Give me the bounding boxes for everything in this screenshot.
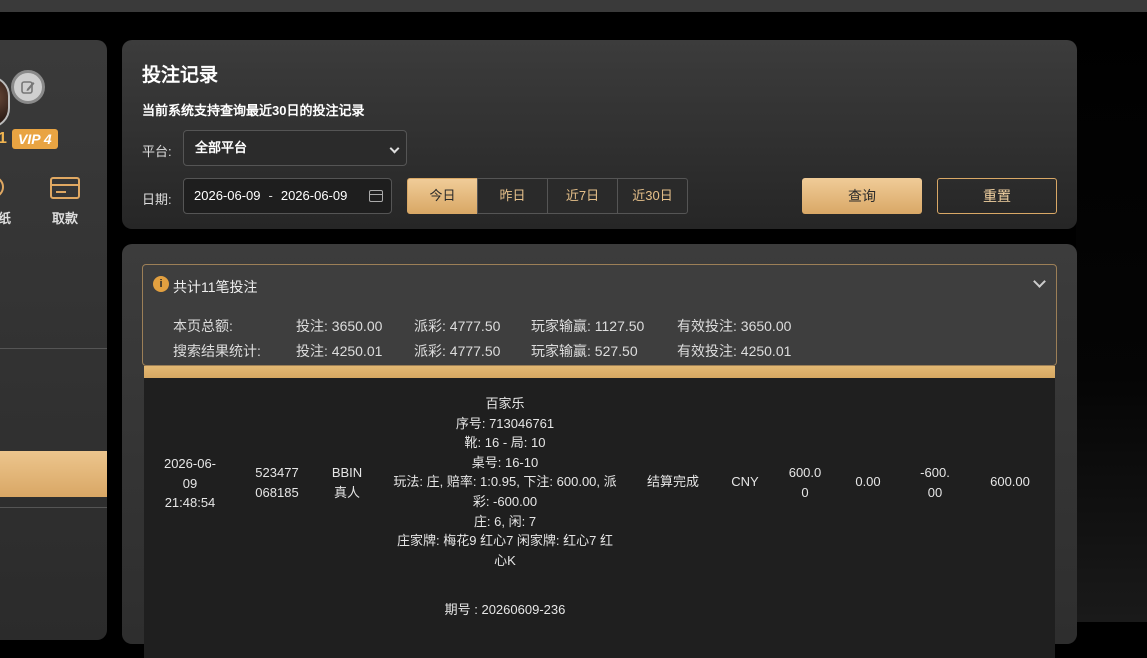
page-subtitle: 当前系统支持查询最近30日的投注记录 (142, 103, 365, 118)
detail-line: 百家乐 (485, 396, 525, 411)
cell-bet-details: 期号 : 20260609-236 (444, 602, 566, 617)
platform-label: 平台: (142, 144, 172, 159)
detail-line: 玩法: 庄, 赔率: 1:0.95, 下注: 600.00, 派 (393, 474, 617, 490)
sidebar-item-active[interactable] (0, 451, 107, 497)
cell-order-no: 523477 068185 (236, 463, 318, 502)
detail-line: 靴: 16 - 局: 10 (464, 435, 546, 451)
search-total-payout: 派彩: 4777.50 (414, 343, 501, 359)
reset-button[interactable]: 重置 (937, 178, 1057, 214)
search-total-bet: 投注: 4250.01 (296, 343, 383, 359)
background-strip (1076, 12, 1147, 622)
platform-select[interactable]: 全部平台 (183, 130, 407, 166)
date-end: 2026-06-09 (280, 188, 348, 203)
range-7days-button[interactable]: 近7日 (547, 178, 618, 214)
detail-line: 心K (494, 552, 516, 568)
detail-line: 庄: 6, 闲: 7 (473, 513, 537, 529)
time-line: 09 (182, 475, 198, 491)
sidebar-action-label[interactable]: 纸 (0, 208, 11, 227)
platform-line: BBIN (331, 465, 363, 480)
search-total-player-win: 玩家输赢: 527.50 (531, 343, 638, 359)
cell-status: 结算完成 (646, 474, 699, 489)
cell-win-loss: -600. 00 (900, 463, 970, 502)
search-total-valid-bet: 有效投注: 4250.01 (677, 343, 792, 359)
time-line: 2026-06- (163, 456, 217, 471)
withdraw-label[interactable]: 取款 (52, 208, 78, 227)
table-header (144, 366, 1055, 378)
page-title: 投注记录 (142, 65, 219, 86)
cell-platform: BBIN 真人 (318, 463, 376, 502)
detail-line: 彩: -600.00 (472, 493, 538, 509)
bet-line: 600.0 (788, 465, 822, 480)
cell-time: 2026-06- 09 21:48:54 (144, 454, 236, 513)
calendar-icon[interactable] (369, 190, 383, 202)
summary-panel[interactable]: i 共计11笔投注 本页总额: 投注: 3650.00 派彩: 4777.50 … (142, 264, 1057, 366)
range-yesterday-button[interactable]: 昨日 (477, 178, 548, 214)
vip-badge: VIP 4 (12, 129, 58, 149)
edit-profile-button[interactable] (11, 70, 45, 104)
detail-line: 序号: 713046761 (455, 415, 555, 431)
query-button[interactable]: 查询 (802, 178, 922, 214)
filter-card: 投注记录 当前系统支持查询最近30日的投注记录 平台: 全部平台 日期: 202… (122, 40, 1077, 229)
page-total-player-win: 玩家输赢: 1127.50 (531, 318, 645, 334)
chevron-down-icon[interactable] (1033, 275, 1046, 288)
top-bar (0, 0, 1147, 12)
detail-line: 庄家牌: 梅花9 红心7 闲家牌: 红心7 红 (397, 533, 613, 549)
platform-line: 真人 (333, 484, 360, 500)
sidebar-divider (0, 507, 107, 508)
order-no-line: 523477 (255, 465, 299, 480)
cell-payout: 0.00 (855, 474, 881, 489)
win-line: -600. (920, 465, 950, 480)
page-total-valid-bet: 有效投注: 3650.00 (677, 318, 792, 334)
date-separator: - (268, 188, 273, 203)
bet-table: 2026-06- 09 21:48:54 523477 068185 BBIN … (144, 378, 1055, 658)
cell-bet-details: 百家乐 序号: 713046761 靴: 16 - 局: 10 桌号: 16-1… (380, 394, 630, 570)
search-total-label: 搜索结果统计: (173, 343, 261, 359)
circle-action-icon[interactable] (0, 176, 4, 198)
card-icon[interactable] (50, 177, 80, 199)
sidebar-divider (0, 348, 107, 349)
avatar[interactable] (0, 76, 10, 128)
username-fragment: 1 (0, 130, 7, 147)
range-30days-button[interactable]: 近30日 (617, 178, 688, 214)
order-no-line: 068185 (255, 484, 299, 500)
cell-currency: CNY (731, 474, 759, 489)
cell-valid-bet: 600.00 (990, 474, 1030, 489)
page-total-payout: 派彩: 4777.50 (414, 318, 501, 334)
win-line: 00 (927, 484, 943, 500)
results-card: i 共计11笔投注 本页总额: 投注: 3650.00 派彩: 4777.50 … (122, 244, 1077, 658)
time-line: 21:48:54 (164, 495, 216, 510)
platform-select-value: 全部平台 (195, 140, 248, 155)
page-total-label: 本页总额: (173, 318, 233, 334)
user-sidebar: 1 VIP 4 纸 取款 (0, 40, 107, 640)
chevron-down-icon (389, 143, 400, 154)
bet-line: 0 (801, 484, 809, 500)
date-range-input[interactable]: 2026-06-09-2026-06-09 (183, 178, 392, 214)
date-label: 日期: (142, 192, 172, 207)
range-today-button[interactable]: 今日 (407, 178, 478, 214)
edit-icon (21, 81, 35, 94)
info-icon: i (153, 276, 169, 292)
total-count: 共计11笔投注 (173, 279, 258, 295)
detail-line: 桌号: 16-10 (471, 454, 539, 470)
page-total-bet: 投注: 3650.00 (296, 318, 383, 334)
cell-bet: 600.0 0 (774, 463, 836, 502)
date-start: 2026-06-09 (194, 188, 261, 203)
